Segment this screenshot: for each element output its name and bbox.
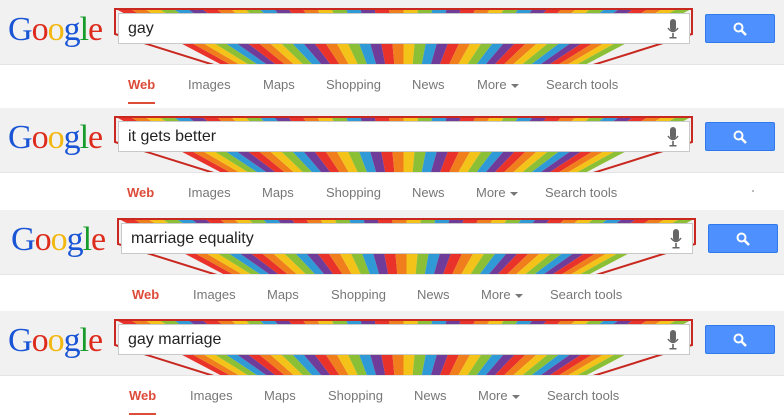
tab-news[interactable]: News — [417, 287, 450, 303]
tab-maps[interactable]: Maps — [263, 77, 295, 93]
logo-letter: g — [63, 11, 81, 48]
magnifier-icon — [733, 333, 747, 347]
logo-letter: l — [79, 11, 90, 48]
tab-more[interactable]: More — [476, 185, 518, 201]
logo-letter: o — [47, 322, 65, 359]
logo-letter: o — [31, 322, 49, 359]
search-tabs: Web Images Maps Shopping News More Searc… — [0, 275, 784, 314]
search-tabs: Web Images Maps Shopping News More Searc… — [0, 173, 784, 212]
stray-dot — [752, 190, 754, 192]
search-input[interactable]: gay — [118, 13, 690, 44]
logo-letter: l — [79, 119, 90, 156]
search-panel-3: Google marriage equality Web Images Maps… — [0, 210, 784, 314]
logo-letter: l — [79, 322, 90, 359]
search-button[interactable] — [708, 224, 778, 253]
magnifier-icon — [733, 130, 747, 144]
search-panel-2: Google it gets better Web Images Maps Sh… — [0, 108, 784, 212]
search-button[interactable] — [705, 14, 775, 43]
logo-letter: G — [8, 119, 33, 156]
tab-news[interactable]: News — [412, 77, 445, 93]
tab-images[interactable]: Images — [188, 77, 231, 93]
microphone-icon[interactable] — [667, 19, 679, 39]
search-query-text: it gets better — [128, 128, 217, 145]
logo-letter: G — [8, 11, 33, 48]
search-header: Google marriage equality — [0, 210, 784, 275]
search-button[interactable] — [705, 122, 775, 151]
tab-images[interactable]: Images — [193, 287, 236, 303]
search-panel-1: Google gay Web Images Maps Shopping News… — [0, 0, 784, 104]
logo-letter: g — [66, 221, 84, 258]
logo-letter: o — [47, 11, 65, 48]
google-logo[interactable]: Google — [8, 118, 103, 158]
microphone-icon[interactable] — [667, 330, 679, 350]
search-query-text: marriage equality — [131, 230, 254, 247]
google-logo[interactable]: Google — [8, 10, 103, 50]
tab-search-tools[interactable]: Search tools — [550, 287, 622, 303]
search-button[interactable] — [705, 325, 775, 354]
search-input[interactable]: it gets better — [118, 121, 690, 152]
search-input[interactable]: gay marriage — [118, 324, 690, 355]
tab-shopping[interactable]: Shopping — [326, 77, 381, 93]
tab-shopping[interactable]: Shopping — [326, 185, 381, 201]
logo-letter: o — [50, 221, 68, 258]
logo-letter: e — [88, 11, 103, 48]
more-label: More — [481, 287, 511, 302]
search-input[interactable]: marriage equality — [121, 223, 693, 254]
search-tabs: Web Images Maps Shopping News More Searc… — [0, 376, 784, 415]
logo-letter: e — [88, 119, 103, 156]
more-label: More — [476, 185, 506, 200]
caret-down-icon — [509, 191, 518, 196]
tab-shopping[interactable]: Shopping — [331, 287, 386, 303]
logo-letter: e — [88, 322, 103, 359]
tab-news[interactable]: News — [412, 185, 445, 201]
magnifier-icon — [733, 22, 747, 36]
tab-web[interactable]: Web — [127, 185, 155, 212]
google-logo[interactable]: Google — [8, 321, 103, 361]
search-tabs: Web Images Maps Shopping News More Searc… — [0, 65, 784, 104]
tab-news[interactable]: News — [414, 388, 447, 404]
search-panel-4: Google gay marriage Web Images Maps Shop… — [0, 311, 784, 415]
tab-more[interactable]: More — [477, 77, 519, 93]
search-header: Google it gets better — [0, 108, 784, 173]
search-header: Google gay — [0, 0, 784, 65]
logo-letter: o — [31, 119, 49, 156]
search-query-text: gay — [128, 20, 154, 37]
microphone-icon[interactable] — [670, 229, 682, 249]
search-header: Google gay marriage — [0, 311, 784, 376]
magnifier-icon — [736, 232, 750, 246]
logo-letter: o — [47, 119, 65, 156]
more-label: More — [477, 77, 507, 92]
microphone-icon[interactable] — [667, 127, 679, 147]
tab-more[interactable]: More — [478, 388, 520, 404]
tab-maps[interactable]: Maps — [262, 185, 294, 201]
caret-down-icon — [510, 83, 519, 88]
logo-letter: G — [8, 322, 33, 359]
more-label: More — [478, 388, 508, 403]
tab-search-tools[interactable]: Search tools — [546, 77, 618, 93]
logo-letter: e — [91, 221, 106, 258]
tab-maps[interactable]: Maps — [267, 287, 299, 303]
tab-images[interactable]: Images — [188, 185, 231, 201]
tab-web[interactable]: Web — [128, 77, 156, 104]
logo-letter: g — [63, 322, 81, 359]
logo-letter: l — [82, 221, 93, 258]
logo-letter: o — [34, 221, 52, 258]
logo-letter: G — [11, 221, 36, 258]
tab-web[interactable]: Web — [132, 287, 160, 314]
tab-search-tools[interactable]: Search tools — [547, 388, 619, 404]
tab-web[interactable]: Web — [129, 388, 157, 415]
caret-down-icon — [511, 394, 520, 399]
caret-down-icon — [514, 293, 523, 298]
tab-search-tools[interactable]: Search tools — [545, 185, 617, 201]
google-logo[interactable]: Google — [11, 220, 106, 260]
logo-letter: g — [63, 119, 81, 156]
tab-shopping[interactable]: Shopping — [328, 388, 383, 404]
search-query-text: gay marriage — [128, 331, 222, 348]
tab-more[interactable]: More — [481, 287, 523, 303]
logo-letter: o — [31, 11, 49, 48]
tab-images[interactable]: Images — [190, 388, 233, 404]
tab-maps[interactable]: Maps — [264, 388, 296, 404]
